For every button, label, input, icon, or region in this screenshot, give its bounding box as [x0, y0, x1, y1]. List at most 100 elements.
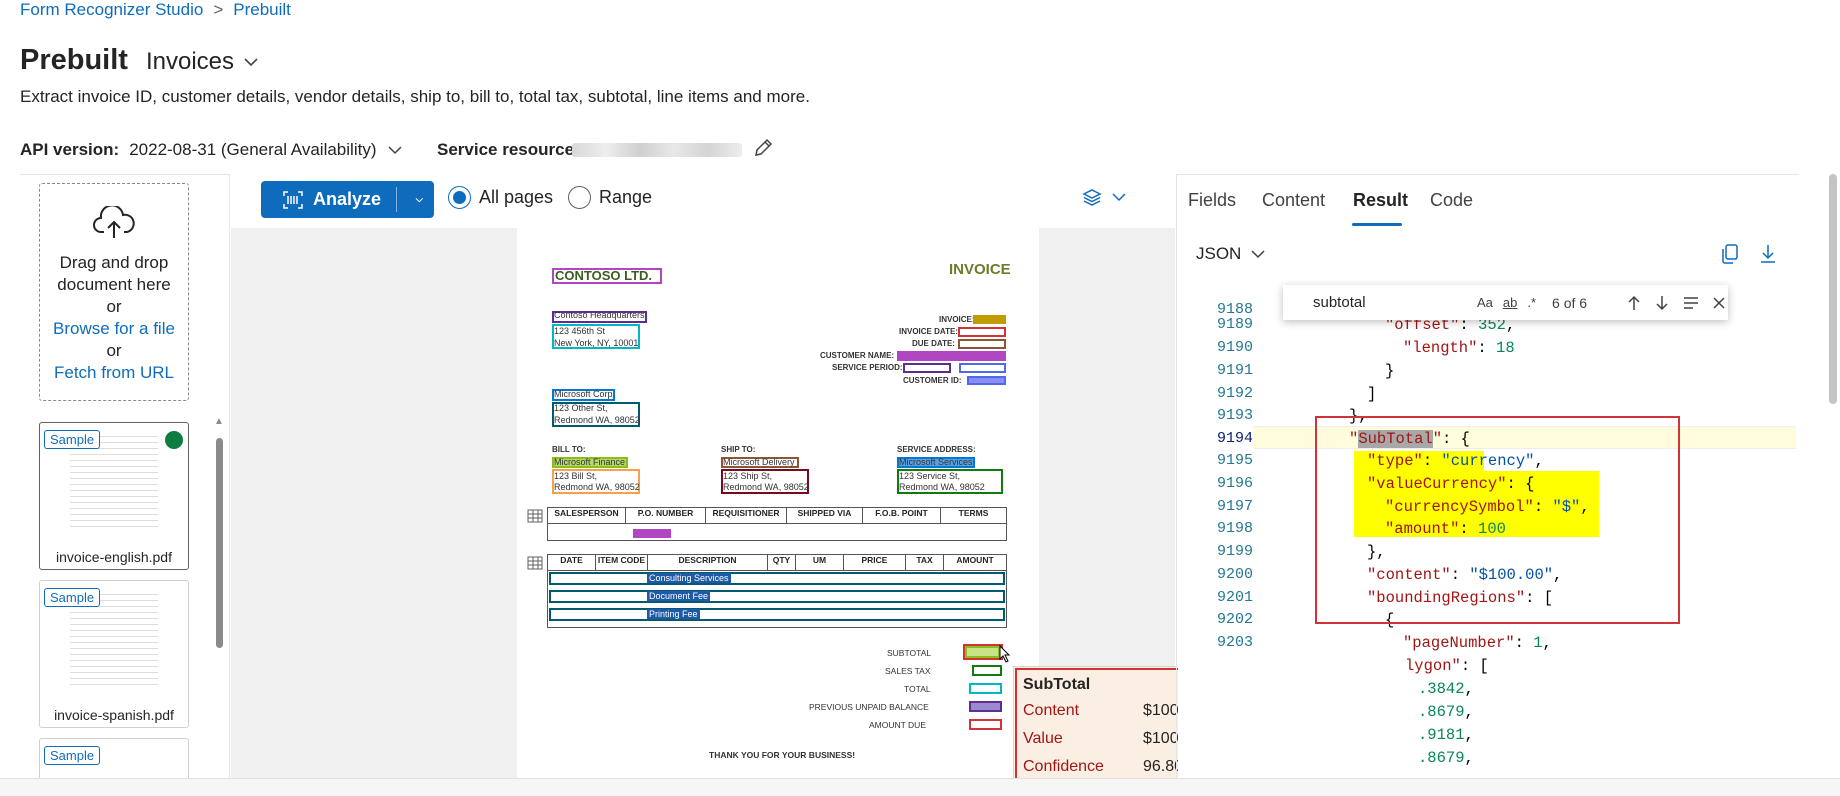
- selected-field-box[interactable]: [963, 644, 1003, 660]
- doc-svc3: Redmond WA, 98052: [899, 482, 985, 492]
- doc-th: TERMS: [958, 508, 989, 518]
- json-number: .8679: [1418, 749, 1465, 767]
- table-icon[interactable]: [527, 556, 543, 570]
- find-match-count: 6 of 6: [1552, 294, 1588, 311]
- breadcrumb-current-link[interactable]: Prebuilt: [233, 0, 291, 20]
- fetch-url-link[interactable]: Fetch from URL: [40, 362, 188, 384]
- json-number: .3842: [1418, 680, 1465, 698]
- regex-icon[interactable]: .*: [1527, 295, 1536, 310]
- table-row[interactable]: [549, 590, 1005, 603]
- chevron-down-icon: [1251, 250, 1265, 259]
- field-box[interactable]: [959, 363, 1006, 373]
- doc-th: TAX: [906, 555, 944, 570]
- file-thumbnail-invoice-spanish[interactable]: Sample invoice-spanish.pdf: [39, 580, 189, 728]
- breadcrumb-root-link[interactable]: Form Recognizer Studio: [20, 0, 203, 20]
- line-number: 9192: [1216, 385, 1253, 402]
- arrow-up-icon[interactable]: [1627, 295, 1641, 311]
- doc-bill2: 123 Bill St,: [554, 471, 598, 481]
- tab-result[interactable]: Result: [1353, 190, 1408, 211]
- doc-meta-period: SERVICE PERIOD:: [832, 363, 903, 372]
- download-icon[interactable]: [1758, 243, 1778, 265]
- field-box[interactable]: [903, 363, 951, 373]
- tab-code[interactable]: Code: [1430, 190, 1473, 211]
- table-icon[interactable]: [527, 509, 543, 523]
- breadcrumb: Form Recognizer Studio > Prebuilt: [20, 0, 291, 20]
- close-icon[interactable]: [1713, 296, 1725, 309]
- code-line: .8679,: [1418, 703, 1474, 721]
- line-number: 9191: [1216, 362, 1253, 379]
- json-key: "pageNumber": [1403, 634, 1515, 652]
- json-number: .8679: [1418, 703, 1465, 721]
- json-key: lygon": [1405, 657, 1461, 675]
- range-radio[interactable]: Range: [568, 186, 652, 209]
- line-number: 9200: [1216, 566, 1253, 583]
- model-dropdown[interactable]: Invoices: [146, 48, 258, 76]
- field-box[interactable]: [972, 665, 1002, 676]
- browse-file-link[interactable]: Browse for a file: [40, 318, 188, 340]
- doc-ship1: Microsoft Delivery: [723, 457, 795, 467]
- tab-fields[interactable]: Fields: [1188, 190, 1236, 211]
- file-list-scrollbar[interactable]: [216, 438, 223, 648]
- horizontal-scrollbar[interactable]: [0, 778, 1840, 796]
- line-number: 9190: [1216, 339, 1253, 356]
- line-number: 9198: [1216, 520, 1253, 537]
- tooltip-key: Content: [1023, 702, 1080, 719]
- layers-button[interactable]: [1082, 188, 1126, 206]
- arrow-down-icon[interactable]: [1655, 295, 1669, 311]
- doc-cust3: Redmond WA, 98052: [554, 415, 640, 425]
- field-box[interactable]: [958, 327, 1006, 337]
- find-widget: subtotal Aa ab .* 6 of 6: [1283, 285, 1728, 320]
- doc-row-desc: Document Fee: [647, 591, 711, 601]
- doc-th: REQUISITIONER: [706, 508, 787, 523]
- doc-addr2: 123 456th St: [554, 326, 606, 336]
- code-line: .8679,: [1418, 749, 1474, 767]
- find-in-selection-icon[interactable]: [1683, 296, 1699, 310]
- page-scrollbar[interactable]: [1829, 174, 1837, 404]
- doc-service-address: SERVICE ADDRESS:: [897, 445, 976, 454]
- table-row[interactable]: [549, 608, 1005, 621]
- doc-th: ITEM CODE: [596, 555, 648, 570]
- doc-bill3: Redmond WA, 98052: [554, 482, 640, 492]
- match-whole-word-icon[interactable]: ab: [1503, 295, 1517, 310]
- file-thumbnail-invoice-english[interactable]: Sample invoice-english.pdf: [39, 422, 189, 570]
- sample-badge: Sample: [44, 588, 101, 607]
- sample-badge: Sample: [44, 746, 101, 765]
- doc-total-label: SALES TAX: [885, 666, 931, 676]
- api-version-dropdown[interactable]: 2022-08-31 (General Availability): [129, 140, 376, 160]
- chevron-down-icon[interactable]: [388, 145, 403, 155]
- edit-pencil-icon[interactable]: [752, 137, 774, 159]
- field-box[interactable]: [897, 351, 1006, 361]
- doc-addr1: Contoso Headquarters: [554, 310, 645, 320]
- field-box[interactable]: [633, 529, 671, 538]
- cloud-upload-icon: [93, 204, 135, 238]
- json-key: "length": [1403, 339, 1478, 357]
- line-number: 9196: [1216, 475, 1253, 492]
- doc-meta-invoice: INVOICE:: [939, 315, 975, 324]
- line-number: 9197: [1216, 498, 1253, 515]
- file-dropzone[interactable]: Drag and drop document here or Browse fo…: [39, 183, 189, 401]
- doc-total-label: TOTAL: [904, 684, 931, 694]
- field-box[interactable]: [969, 701, 1002, 712]
- field-box[interactable]: [969, 719, 1002, 730]
- all-pages-radio[interactable]: All pages: [448, 186, 553, 209]
- doc-th: DATE: [548, 555, 596, 570]
- scroll-up-arrow-icon[interactable]: ▲: [214, 416, 224, 427]
- analyze-button-label: Analyze: [313, 189, 382, 209]
- chevron-down-icon[interactable]: [397, 195, 425, 205]
- field-box[interactable]: [958, 339, 1006, 349]
- doc-meta-due: DUE DATE:: [912, 339, 955, 348]
- doc-svc2: 123 Service St,: [899, 471, 961, 481]
- model-dropdown-value: Invoices: [145, 48, 235, 75]
- tab-content[interactable]: Content: [1262, 190, 1325, 211]
- all-pages-label: All pages: [479, 187, 554, 207]
- doc-table-1: SALESPERSON P.O. NUMBER REQUISITIONER SH…: [547, 507, 1007, 541]
- field-box[interactable]: [967, 376, 1006, 385]
- match-case-icon[interactable]: Aa: [1477, 295, 1493, 310]
- table-row[interactable]: [549, 572, 1005, 585]
- copy-icon[interactable]: [1720, 243, 1740, 265]
- field-box[interactable]: [973, 315, 1006, 324]
- analyze-button[interactable]: Analyze: [261, 181, 434, 218]
- find-input[interactable]: subtotal: [1283, 294, 1463, 311]
- format-dropdown[interactable]: JSON: [1196, 244, 1265, 264]
- field-box[interactable]: [969, 683, 1002, 694]
